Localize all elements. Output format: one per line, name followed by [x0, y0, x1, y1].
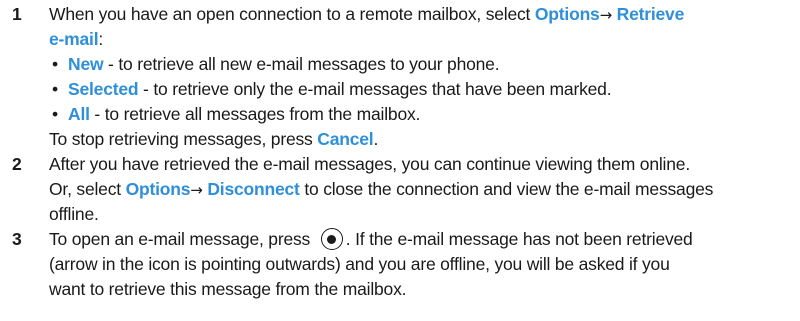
- step-text: . If the e-mail message has not been ret…: [345, 229, 693, 249]
- bullet-icon: •: [52, 54, 58, 74]
- bullet-term: All: [68, 104, 90, 124]
- step-3-line-2: (arrow in the icon is pointing outwards)…: [49, 254, 670, 274]
- navi-key-select-icon: [320, 228, 343, 250]
- step-number: 3: [12, 229, 22, 249]
- bullet-term: New: [68, 54, 104, 74]
- bullet-icon: •: [52, 79, 58, 99]
- step-text: To open an e-mail message, press: [49, 229, 315, 249]
- step-2-line-1: After you have retrieved the e-mail mess…: [49, 154, 690, 174]
- cancel-term: Cancel: [317, 129, 374, 149]
- step-text: When you have an open connection to a re…: [49, 4, 535, 24]
- step-text: To stop retrieving messages, press: [49, 129, 318, 149]
- step-1-line-1: When you have an open connection to a re…: [49, 2, 794, 27]
- step-1-line-2: e-mail:: [49, 27, 794, 52]
- bullet-item-all: • All - to retrieve all messages from the…: [49, 102, 794, 127]
- step-2-line-3: offline.: [49, 204, 99, 224]
- retrieve-menu-term: Retrieve: [616, 4, 685, 24]
- bullet-item-selected: • Selected - to retrieve only the e-mail …: [49, 77, 794, 102]
- menu-arrow-icon: →: [190, 181, 203, 199]
- stop-retrieving-line: To stop retrieving messages, press Cance…: [49, 127, 794, 152]
- bullet-icon: •: [52, 104, 58, 124]
- step-text: Or, select: [49, 179, 126, 199]
- bullet-item-new: • New - to retrieve all new e-mail messag…: [49, 52, 794, 77]
- email-menu-term: e-mail: [49, 29, 99, 49]
- bullet-term: Selected: [68, 79, 139, 99]
- bullet-desc: - to retrieve all messages from the mail…: [89, 104, 421, 124]
- step-3-line-1: To open an e-mail message, press . If th…: [49, 227, 794, 252]
- step-body: To open an e-mail message, press . If th…: [49, 227, 794, 302]
- options-menu-term: Options: [534, 4, 600, 24]
- step-number: 2: [12, 154, 22, 174]
- bullet-desc: - to retrieve all new e-mail messages to…: [103, 54, 500, 74]
- bullet-desc: - to retrieve only the e-mail messages t…: [138, 79, 612, 99]
- options-menu-term: Options: [125, 179, 191, 199]
- instruction-page: 1 When you have an open connection to a …: [0, 0, 800, 321]
- step-2-line-2: Or, select Options→ Disconnect to close …: [49, 177, 794, 202]
- step-text: to close the connection and view the e-m…: [299, 179, 714, 199]
- period: .: [373, 129, 379, 149]
- colon: :: [98, 29, 104, 49]
- step-3-line-3: want to retrieve this message from the m…: [49, 279, 407, 299]
- step-number: 1: [12, 4, 22, 24]
- menu-arrow-icon: →: [599, 6, 613, 24]
- step-body: After you have retrieved the e-mail mess…: [49, 152, 794, 227]
- disconnect-menu-term: Disconnect: [207, 179, 300, 199]
- step-body: When you have an open connection to a re…: [49, 2, 794, 152]
